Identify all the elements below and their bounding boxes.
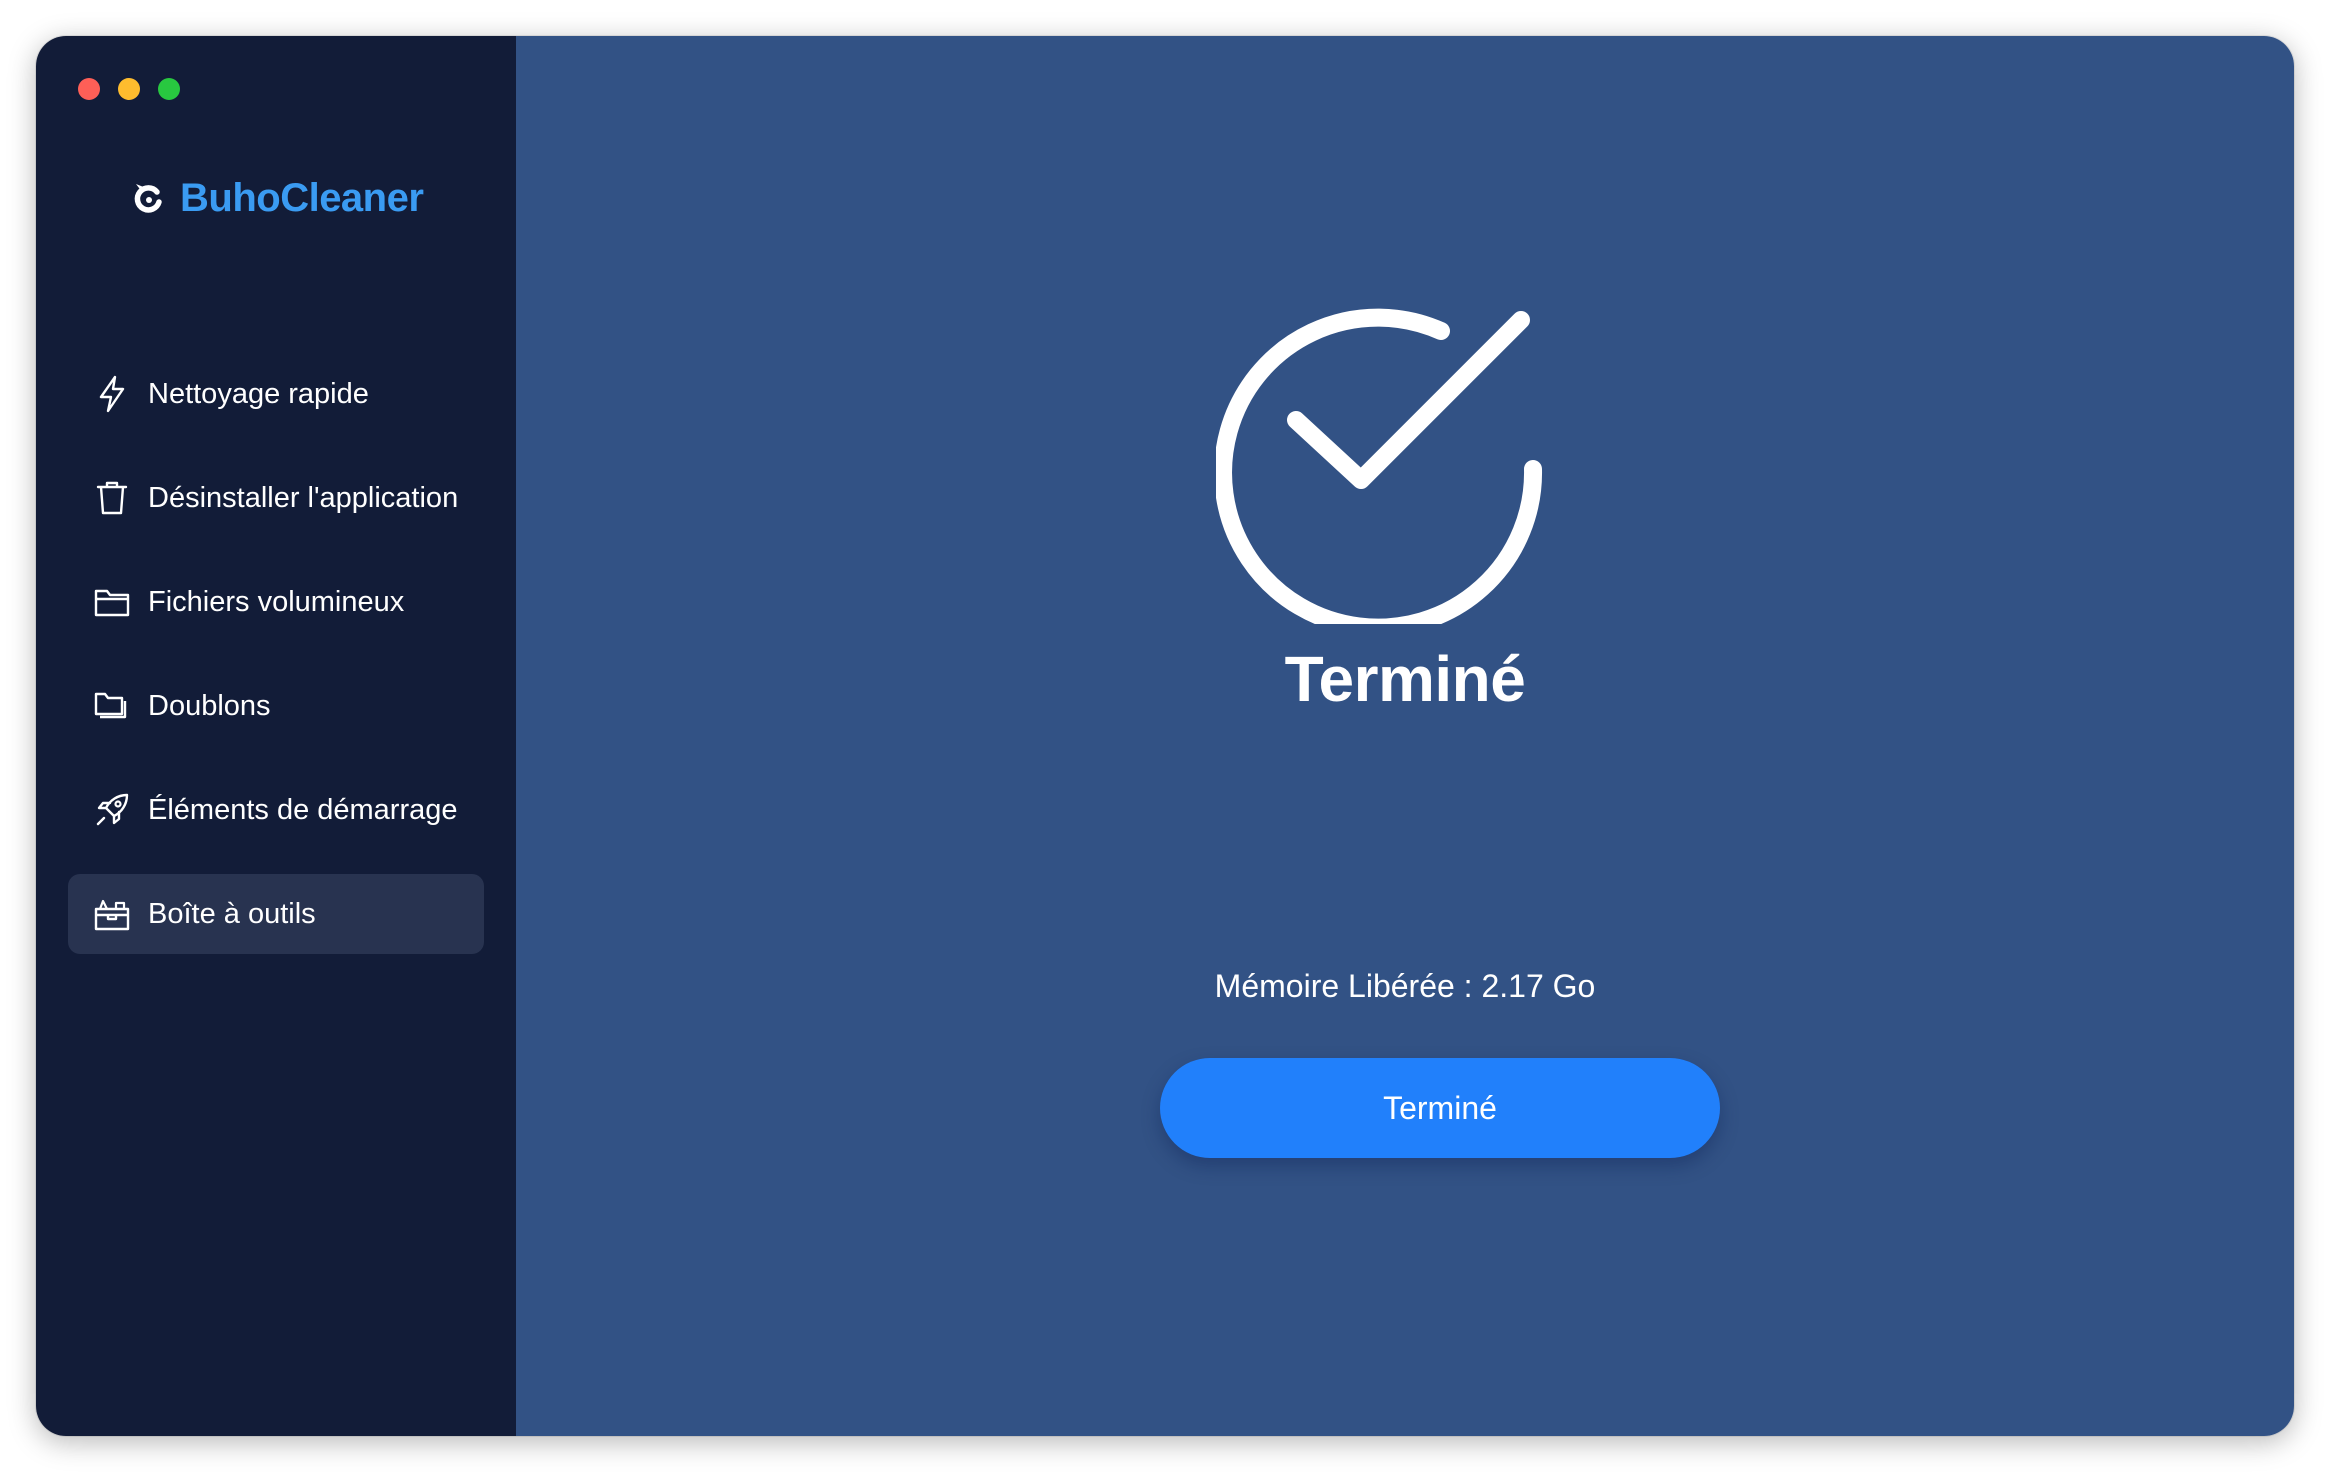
buho-logo-icon [134, 183, 162, 213]
sidebar-nav: Nettoyage rapide Désinstaller l'applicat… [68, 354, 484, 978]
done-button[interactable]: Terminé [1160, 1058, 1720, 1158]
minimize-window-button[interactable] [118, 78, 140, 100]
sidebar-item-label: Boîte à outils [148, 897, 316, 930]
main-panel: Terminé Mémoire Libérée : 2.17 Go Termin… [516, 36, 2294, 1436]
app-name: BuhoCleaner [180, 176, 424, 220]
close-window-button[interactable] [78, 78, 100, 100]
sidebar-item-label: Éléments de démarrage [148, 793, 458, 826]
sidebar-item-desinstaller-application[interactable]: Désinstaller l'application [68, 458, 484, 538]
folder-icon [92, 582, 132, 622]
sidebar-item-nettoyage-rapide[interactable]: Nettoyage rapide [68, 354, 484, 434]
lightning-icon [92, 374, 132, 414]
rocket-icon [92, 790, 132, 830]
sidebar-item-label: Nettoyage rapide [148, 377, 369, 410]
sidebar: BuhoCleaner Nettoyage rapide Désinstalle… [36, 36, 516, 1436]
sidebar-item-boite-a-outils[interactable]: Boîte à outils [68, 874, 484, 954]
sidebar-item-elements-demarrage[interactable]: Éléments de démarrage [68, 770, 484, 850]
sidebar-item-label: Doublons [148, 689, 271, 722]
memory-freed-text: Mémoire Libérée : 2.17 Go [1214, 968, 1596, 1004]
check-circle-icon [1216, 308, 1543, 624]
duplicate-folder-icon [92, 686, 132, 726]
sidebar-item-doublons[interactable]: Doublons [68, 666, 484, 746]
app-logo: BuhoCleaner [130, 176, 424, 221]
status-title: Terminé [1284, 643, 1526, 715]
toolbox-icon [92, 894, 132, 934]
sidebar-item-label: Fichiers volumineux [148, 585, 405, 618]
sidebar-item-label: Désinstaller l'application [148, 481, 459, 514]
trash-icon [92, 478, 132, 518]
app-window: BuhoCleaner Nettoyage rapide Désinstalle… [36, 36, 2294, 1436]
window-controls [78, 78, 180, 100]
sidebar-item-fichiers-volumineux[interactable]: Fichiers volumineux [68, 562, 484, 642]
zoom-window-button[interactable] [158, 78, 180, 100]
